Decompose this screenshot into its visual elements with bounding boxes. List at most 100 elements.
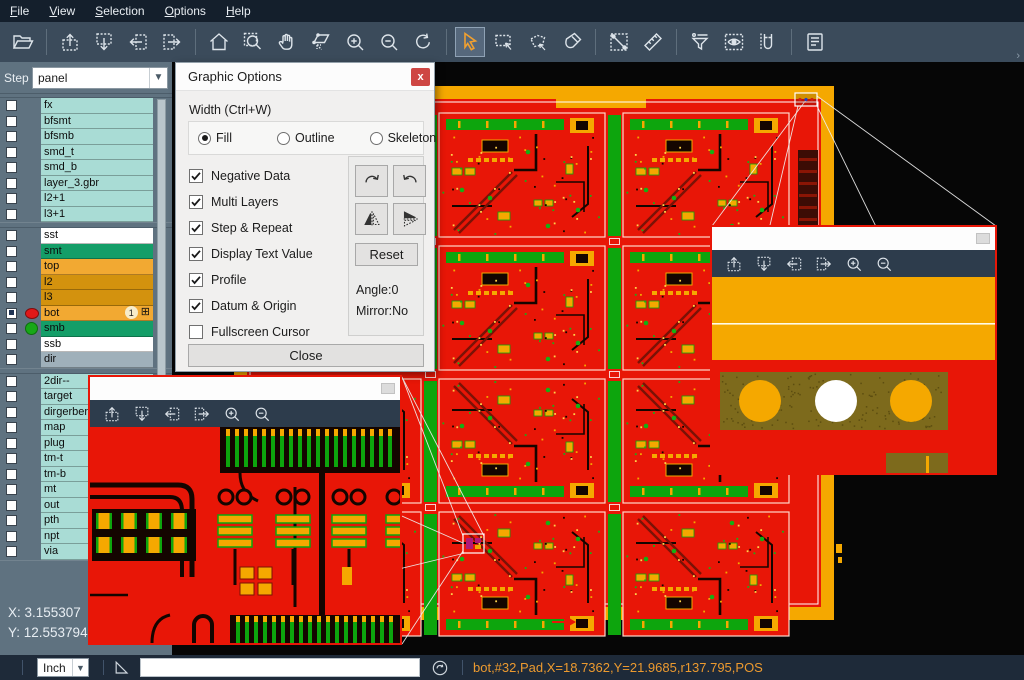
radio-outline[interactable]: Outline <box>272 131 335 145</box>
layer-row-ssb[interactable]: ssb <box>0 337 172 353</box>
layer-name[interactable]: fx <box>41 98 153 114</box>
unit-select[interactable]: Inch ▼ <box>37 658 89 677</box>
layer-row-layer_3.gbr[interactable]: layer_3.gbr <box>0 176 172 192</box>
layer-name[interactable]: ssb <box>41 337 153 353</box>
layer-name[interactable]: sst <box>41 228 153 244</box>
reset-button[interactable]: Reset <box>355 243 418 266</box>
layer-visibility-checkbox[interactable] <box>6 162 17 173</box>
layer-row-sst[interactable]: sst <box>0 228 172 244</box>
layer-visibility-checkbox[interactable] <box>6 484 17 495</box>
layer-visibility-checkbox[interactable] <box>6 116 17 127</box>
menu-item-view[interactable]: View <box>39 0 85 22</box>
pan-left-button[interactable] <box>123 27 153 57</box>
layer-visibility-checkbox[interactable] <box>6 323 17 334</box>
layer-name[interactable]: bot1⊞ <box>41 306 153 322</box>
layer-visibility-checkbox[interactable] <box>6 422 17 433</box>
layer-name[interactable]: smd_b <box>41 160 153 176</box>
magnifier-window-button[interactable] <box>976 233 990 244</box>
pan-hand-button[interactable] <box>272 27 302 57</box>
zoom-in-button[interactable] <box>220 402 244 426</box>
radio-fill[interactable]: Fill <box>193 131 232 145</box>
layer-row-l2[interactable]: l2 <box>0 275 172 291</box>
magnifier-title-bar[interactable] <box>90 377 400 400</box>
pan-down-button[interactable] <box>89 27 119 57</box>
layer-row-bfsmb[interactable]: bfsmb <box>0 129 172 145</box>
zoom-previous-button[interactable] <box>408 27 438 57</box>
menu-item-selection[interactable]: Selection <box>85 0 154 22</box>
filter-button[interactable] <box>685 27 715 57</box>
checkbox-datum-origin[interactable]: Datum & Origin <box>189 293 313 319</box>
layer-name[interactable]: dir <box>41 352 153 368</box>
layer-row-smd_t[interactable]: smd_t <box>0 145 172 161</box>
layer-visibility-checkbox[interactable] <box>6 308 17 319</box>
menu-item-help[interactable]: Help <box>216 0 261 22</box>
layer-row-top[interactable]: top <box>0 259 172 275</box>
pan-right-button[interactable] <box>812 252 836 276</box>
zoom-window-button[interactable] <box>238 27 268 57</box>
layer-visibility-checkbox[interactable] <box>6 376 17 387</box>
polygon-select-button[interactable] <box>523 27 553 57</box>
pan-up-button[interactable] <box>100 402 124 426</box>
pan-left-button[interactable] <box>782 252 806 276</box>
rect-select-button[interactable] <box>489 27 519 57</box>
brush-edit-button[interactable] <box>557 27 587 57</box>
close-button[interactable]: Close <box>188 344 424 367</box>
layer-visibility-checkbox[interactable] <box>6 339 17 350</box>
layer-row-bfsmt[interactable]: bfsmt <box>0 114 172 130</box>
radio-skeleton[interactable]: Skeleton <box>365 131 437 145</box>
layer-name[interactable]: layer_3.gbr <box>41 176 153 192</box>
pan-right-button[interactable] <box>190 402 214 426</box>
layer-visibility-checkbox[interactable] <box>6 131 17 142</box>
layer-visibility-checkbox[interactable] <box>6 261 17 272</box>
layer-name[interactable]: l3+1 <box>41 207 153 223</box>
zoom-out-button[interactable] <box>374 27 404 57</box>
view-options-button[interactable] <box>719 27 749 57</box>
checkbox-step-repeat[interactable]: Step & Repeat <box>189 215 313 241</box>
layer-visibility-checkbox[interactable] <box>6 531 17 542</box>
layer-visibility-checkbox[interactable] <box>6 147 17 158</box>
layer-visibility-checkbox[interactable] <box>6 515 17 526</box>
layer-name[interactable]: smd_t <box>41 145 153 161</box>
layer-visibility-checkbox[interactable] <box>6 500 17 511</box>
layer-visibility-checkbox[interactable] <box>6 391 17 402</box>
layer-name[interactable]: smt <box>41 244 153 260</box>
layer-visibility-checkbox[interactable] <box>6 277 17 288</box>
flip-vertical-button[interactable] <box>393 203 426 235</box>
command-input[interactable] <box>140 658 420 677</box>
layer-row-smb[interactable]: smb <box>0 321 172 337</box>
magnifier-window-bottom-left[interactable] <box>88 375 402 645</box>
open-folder-button[interactable] <box>8 27 38 57</box>
checkbox-display-text-value[interactable]: Display Text Value <box>189 241 313 267</box>
select-cursor-button[interactable] <box>455 27 485 57</box>
layer-name[interactable]: l2 <box>41 275 153 291</box>
layer-visibility-checkbox[interactable] <box>6 438 17 449</box>
layer-visibility-checkbox[interactable] <box>6 100 17 111</box>
pan-right-button[interactable] <box>157 27 187 57</box>
checkbox-negative-data[interactable]: Negative Data <box>189 163 313 189</box>
layer-row-dir[interactable]: dir <box>0 352 172 368</box>
pan-down-button[interactable] <box>752 252 776 276</box>
layer-row-fx[interactable]: fx <box>0 98 172 114</box>
layer-row-bot[interactable]: bot1⊞ <box>0 306 172 322</box>
layer-name[interactable]: l2+1 <box>41 191 153 207</box>
measure-distance-button[interactable] <box>604 27 634 57</box>
magnifier-window-top-right[interactable] <box>710 225 997 475</box>
grid-icon[interactable]: ⊞ <box>141 307 150 318</box>
drag-view-button[interactable] <box>306 27 336 57</box>
layer-name[interactable]: bfsmb <box>41 129 153 145</box>
layer-row-l2+1[interactable]: l2+1 <box>0 191 172 207</box>
layer-visibility-checkbox[interactable] <box>6 453 17 464</box>
dialog-close-icon[interactable]: x <box>411 68 430 86</box>
layer-visibility-checkbox[interactable] <box>6 546 17 557</box>
rotate-ccw-button[interactable] <box>393 165 426 197</box>
pan-up-button[interactable] <box>722 252 746 276</box>
zoom-in-button[interactable] <box>340 27 370 57</box>
pan-down-button[interactable] <box>130 402 154 426</box>
layer-visibility-checkbox[interactable] <box>6 230 17 241</box>
layer-row-smt[interactable]: smt <box>0 244 172 260</box>
home-view-button[interactable] <box>204 27 234 57</box>
layer-row-l3[interactable]: l3 <box>0 290 172 306</box>
layer-name[interactable]: smb <box>41 321 153 337</box>
layer-name[interactable]: top <box>41 259 153 275</box>
sync-icon[interactable] <box>430 658 450 678</box>
